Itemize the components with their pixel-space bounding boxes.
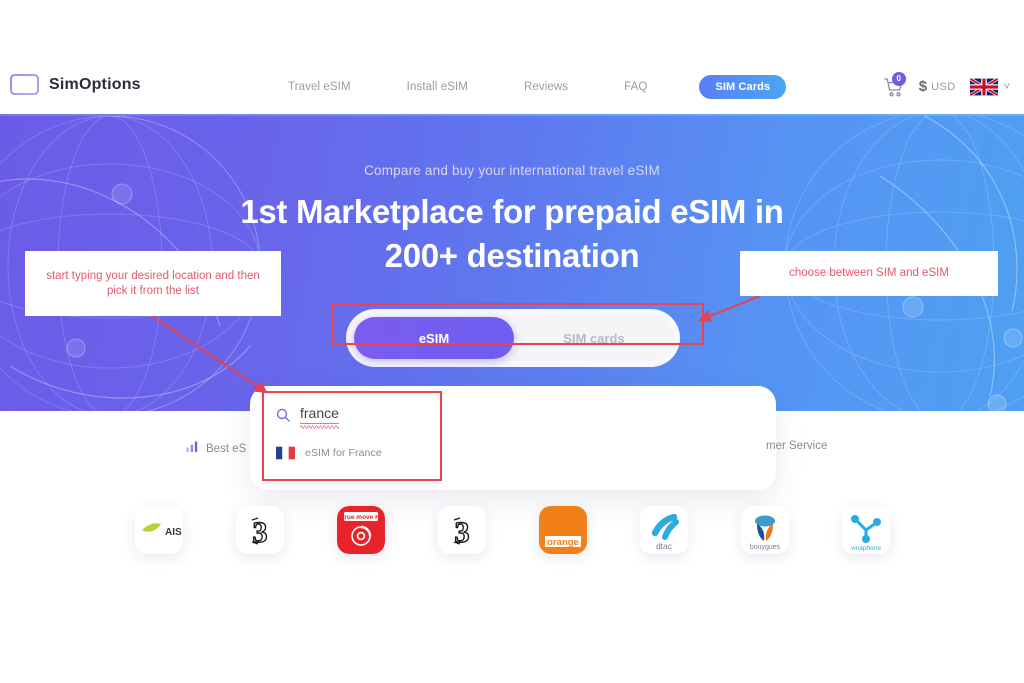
svg-text:3: 3: [252, 516, 267, 549]
bar-chart-icon: [186, 440, 199, 458]
svg-text:vinaphone: vinaphone: [851, 545, 881, 552]
annotation-left: start typing your desired location and t…: [25, 251, 281, 316]
search-dropdown-panel: france eSIM for France: [263, 392, 441, 480]
spellcheck-underline-icon: [300, 425, 339, 429]
carrier-logo-vinaphone[interactable]: vinaphone: [841, 506, 890, 554]
main-nav: Travel eSIM Install eSIM Reviews FAQ SIM…: [260, 58, 787, 115]
nav-item-sim-cards[interactable]: SIM Cards: [699, 74, 787, 99]
hero-subtitle: Compare and buy your international trave…: [364, 163, 660, 178]
currency-code: USD: [931, 80, 956, 93]
svg-text:3: 3: [454, 516, 469, 549]
svg-text:AIS: AIS: [165, 527, 182, 538]
nav-item-reviews[interactable]: Reviews: [496, 81, 596, 93]
svg-text:bouygues: bouygues: [749, 544, 780, 551]
annotation-right: choose between SIM and eSIM: [740, 251, 998, 296]
nav-item-install-esim[interactable]: Install eSIM: [379, 81, 496, 93]
svg-text:orange: orange: [547, 537, 579, 548]
carrier-logo-orange[interactable]: orange: [538, 506, 587, 554]
carrier-logo-dtac[interactable]: dtac: [639, 506, 688, 554]
cart-count-badge: 0: [891, 71, 906, 86]
france-flag-icon: [276, 446, 295, 460]
feature-customer-service: mer Service: [766, 440, 827, 452]
feature-best-rates: Best eS: [186, 440, 246, 458]
svg-text:dtac: dtac: [655, 541, 672, 551]
brand-name: SimOptions: [49, 75, 141, 93]
search-suggestion-france[interactable]: eSIM for France: [276, 446, 382, 460]
toggle-option-sim-cards[interactable]: SIM cards: [514, 317, 674, 359]
search-input[interactable]: france: [300, 405, 339, 429]
carrier-logo-three-1[interactable]: 3: [235, 506, 284, 554]
page-root: SimOptions Travel eSIM Install eSIM Revi…: [0, 0, 1024, 683]
search-suggestion-label: eSIM for France: [305, 447, 382, 459]
features-row: Best eS mer Service: [0, 438, 1024, 464]
shopping-cart-icon: [883, 77, 905, 102]
carrier-logos-row: AIS 3 true move H 3 orange dtac bouygues…: [0, 506, 1024, 576]
svg-text:true move H: true move H: [342, 514, 380, 521]
chevron-down-icon: ˅: [1003, 80, 1010, 93]
hero-title-line1: 1st Marketplace for prepaid eSIM in: [240, 193, 784, 230]
nav-item-faq[interactable]: FAQ: [596, 81, 675, 93]
currency-symbol: $: [918, 78, 928, 95]
toggle-option-esim[interactable]: eSIM: [354, 317, 514, 359]
cart-button[interactable]: 0: [883, 71, 906, 98]
site-header: SimOptions Travel eSIM Install eSIM Revi…: [0, 58, 1024, 115]
carrier-logo-ais[interactable]: AIS: [134, 506, 183, 554]
language-selector[interactable]: ˅: [969, 77, 1010, 96]
uk-flag-icon: [969, 77, 998, 96]
header-actions: 0 $ USD ˅: [883, 58, 1010, 115]
magnifier-icon: [276, 408, 290, 422]
carrier-logo-truemove-h[interactable]: true move H: [336, 506, 385, 554]
feature-label-best-rates: Best eS: [206, 443, 247, 455]
sim-type-toggle[interactable]: eSIM SIM cards: [352, 315, 674, 361]
brand-logo[interactable]: SimOptions: [10, 73, 141, 96]
carrier-logo-three-2[interactable]: 3: [437, 506, 486, 554]
nav-item-travel-esim[interactable]: Travel eSIM: [260, 81, 379, 93]
search-input-row[interactable]: france: [276, 405, 339, 429]
currency-selector[interactable]: $ USD: [919, 78, 956, 95]
carrier-logo-bouygues[interactable]: bouygues: [740, 506, 789, 554]
top-white-strip: [0, 0, 1024, 58]
simcard-logo-icon: [10, 73, 40, 96]
feature-label-customer-service: mer Service: [766, 440, 828, 452]
